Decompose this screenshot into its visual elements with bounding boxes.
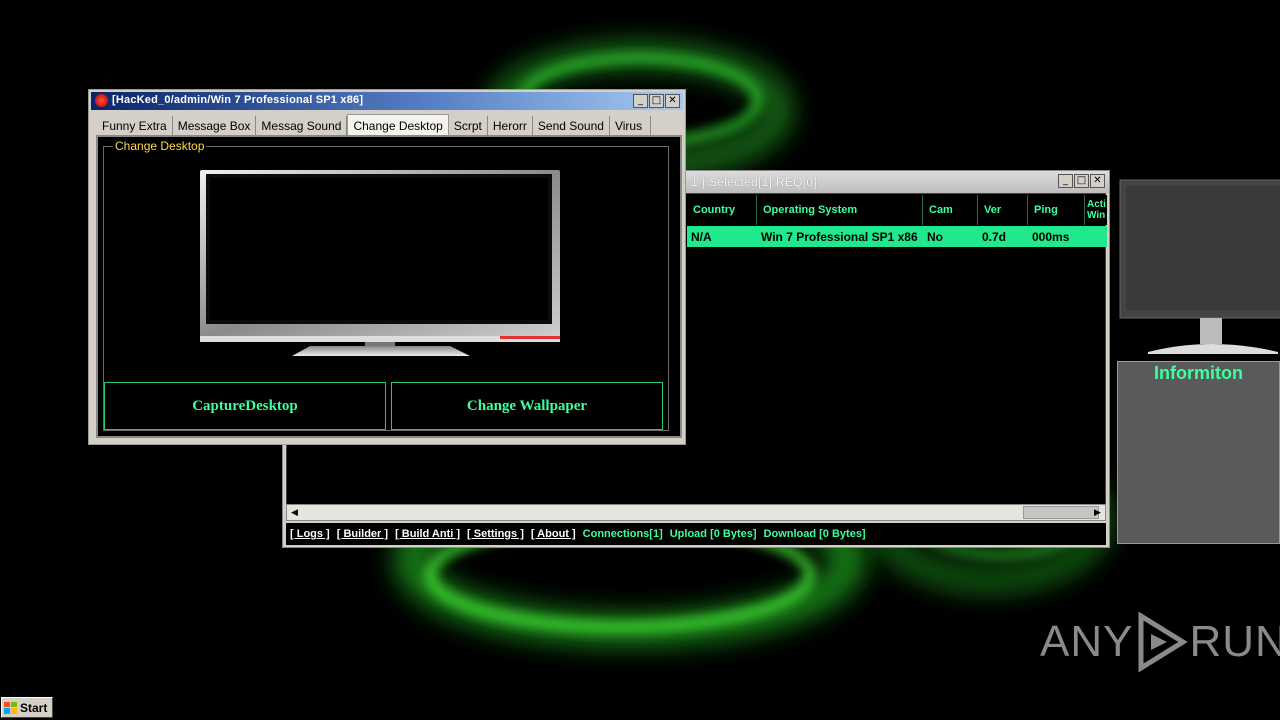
- horizontal-scrollbar[interactable]: ◀ ▶: [286, 504, 1106, 521]
- scroll-left-icon[interactable]: ◀: [287, 505, 302, 520]
- status-bar: [ Logs ] [ Builder ] [ Build Anti ] [ Se…: [286, 523, 1106, 545]
- build-anti-link[interactable]: [ Build Anti ]: [395, 528, 460, 540]
- close-button[interactable]: ✕: [665, 94, 680, 108]
- grid-header: Country Operating System Cam Ver Ping Ac…: [687, 195, 1107, 225]
- tab-content-panel: Change Desktop CaptureDesktop Change Wal…: [96, 135, 682, 438]
- builder-link[interactable]: [ Builder ]: [337, 528, 388, 540]
- tab-scrpt[interactable]: Scrpt: [448, 116, 488, 136]
- change-desktop-group: Change Desktop CaptureDesktop Change Wal…: [103, 139, 669, 431]
- information-title: Informiton: [1154, 363, 1243, 383]
- minimize-button[interactable]: _: [1058, 174, 1073, 188]
- start-label: Start: [20, 700, 48, 715]
- cell-os: Win 7 Professional SP1 x86: [761, 229, 918, 244]
- column-header-country[interactable]: Country: [687, 195, 757, 225]
- maximize-button[interactable]: □: [1074, 174, 1089, 188]
- cell-ver: 0.7d: [982, 229, 1007, 244]
- table-row[interactable]: N/A Win 7 Professional SP1 x86 No 0.7d 0…: [687, 226, 1107, 247]
- minimize-button[interactable]: _: [633, 94, 648, 108]
- scrollbar-thumb[interactable]: [1023, 506, 1099, 519]
- tab-herorr[interactable]: Herorr: [487, 116, 533, 136]
- tab-change-desktop[interactable]: Change Desktop: [347, 114, 449, 137]
- cell-ping: 000ms: [1032, 229, 1070, 244]
- settings-link[interactable]: [ Settings ]: [467, 528, 524, 540]
- main-window-titlebar[interactable]: 1 ] Selected[1] REQ[0] _ □ ✕: [685, 171, 1109, 193]
- anyrun-watermark: ANY RUN: [1040, 612, 1280, 672]
- information-panel: Informiton: [1117, 361, 1280, 544]
- play-icon: [1138, 612, 1189, 672]
- logs-link[interactable]: [ Logs ]: [290, 528, 330, 540]
- dialog-title: [HacKed_0/admin/Win 7 Professional SP1 x…: [112, 94, 364, 106]
- tab-strip: Funny Extra Message Box Messag Sound Cha…: [97, 114, 651, 137]
- tab-funny-extra[interactable]: Funny Extra: [97, 116, 173, 136]
- close-button[interactable]: ✕: [1090, 174, 1105, 188]
- start-button[interactable]: Start: [1, 697, 53, 718]
- column-header-active-window[interactable]: Acti Win: [1085, 195, 1107, 225]
- dialog-titlebar[interactable]: [HacKed_0/admin/Win 7 Professional SP1 x…: [91, 92, 683, 110]
- watermark-right-text: RUN: [1189, 617, 1280, 666]
- maximize-button[interactable]: □: [649, 94, 664, 108]
- connections-count: Connections[1]: [582, 528, 663, 540]
- group-label: Change Desktop: [113, 139, 207, 153]
- tab-message-box[interactable]: Message Box: [172, 116, 257, 136]
- tab-messag-sound[interactable]: Messag Sound: [256, 116, 348, 136]
- upload-status: Upload [0 Bytes]: [669, 528, 757, 540]
- windows-logo-icon: [4, 701, 17, 714]
- cell-cam: No: [927, 229, 943, 244]
- capture-desktop-button[interactable]: CaptureDesktop: [104, 382, 386, 430]
- download-status: Download [0 Bytes]: [763, 528, 866, 540]
- column-header-ver[interactable]: Ver: [978, 195, 1028, 225]
- main-window-title: 1 ] Selected[1] REQ[0]: [691, 175, 817, 189]
- side-preview-panel: [1118, 176, 1280, 358]
- scroll-right-icon[interactable]: ▶: [1090, 505, 1105, 520]
- column-header-cam[interactable]: Cam: [923, 195, 978, 225]
- cell-country: N/A: [691, 229, 712, 244]
- monitor-icon: [1119, 179, 1280, 354]
- tv-screen-preview: [200, 170, 560, 356]
- tab-virus[interactable]: Virus: [609, 116, 651, 136]
- column-header-ping[interactable]: Ping: [1028, 195, 1085, 225]
- remote-dialog-window: [HacKed_0/admin/Win 7 Professional SP1 x…: [88, 89, 686, 445]
- change-wallpaper-button[interactable]: Change Wallpaper: [391, 382, 663, 430]
- app-icon: [95, 94, 108, 107]
- column-header-os[interactable]: Operating System: [757, 195, 923, 225]
- watermark-left-text: ANY: [1040, 617, 1134, 666]
- about-link[interactable]: [ About ]: [531, 528, 576, 540]
- tab-send-sound[interactable]: Send Sound: [532, 116, 610, 136]
